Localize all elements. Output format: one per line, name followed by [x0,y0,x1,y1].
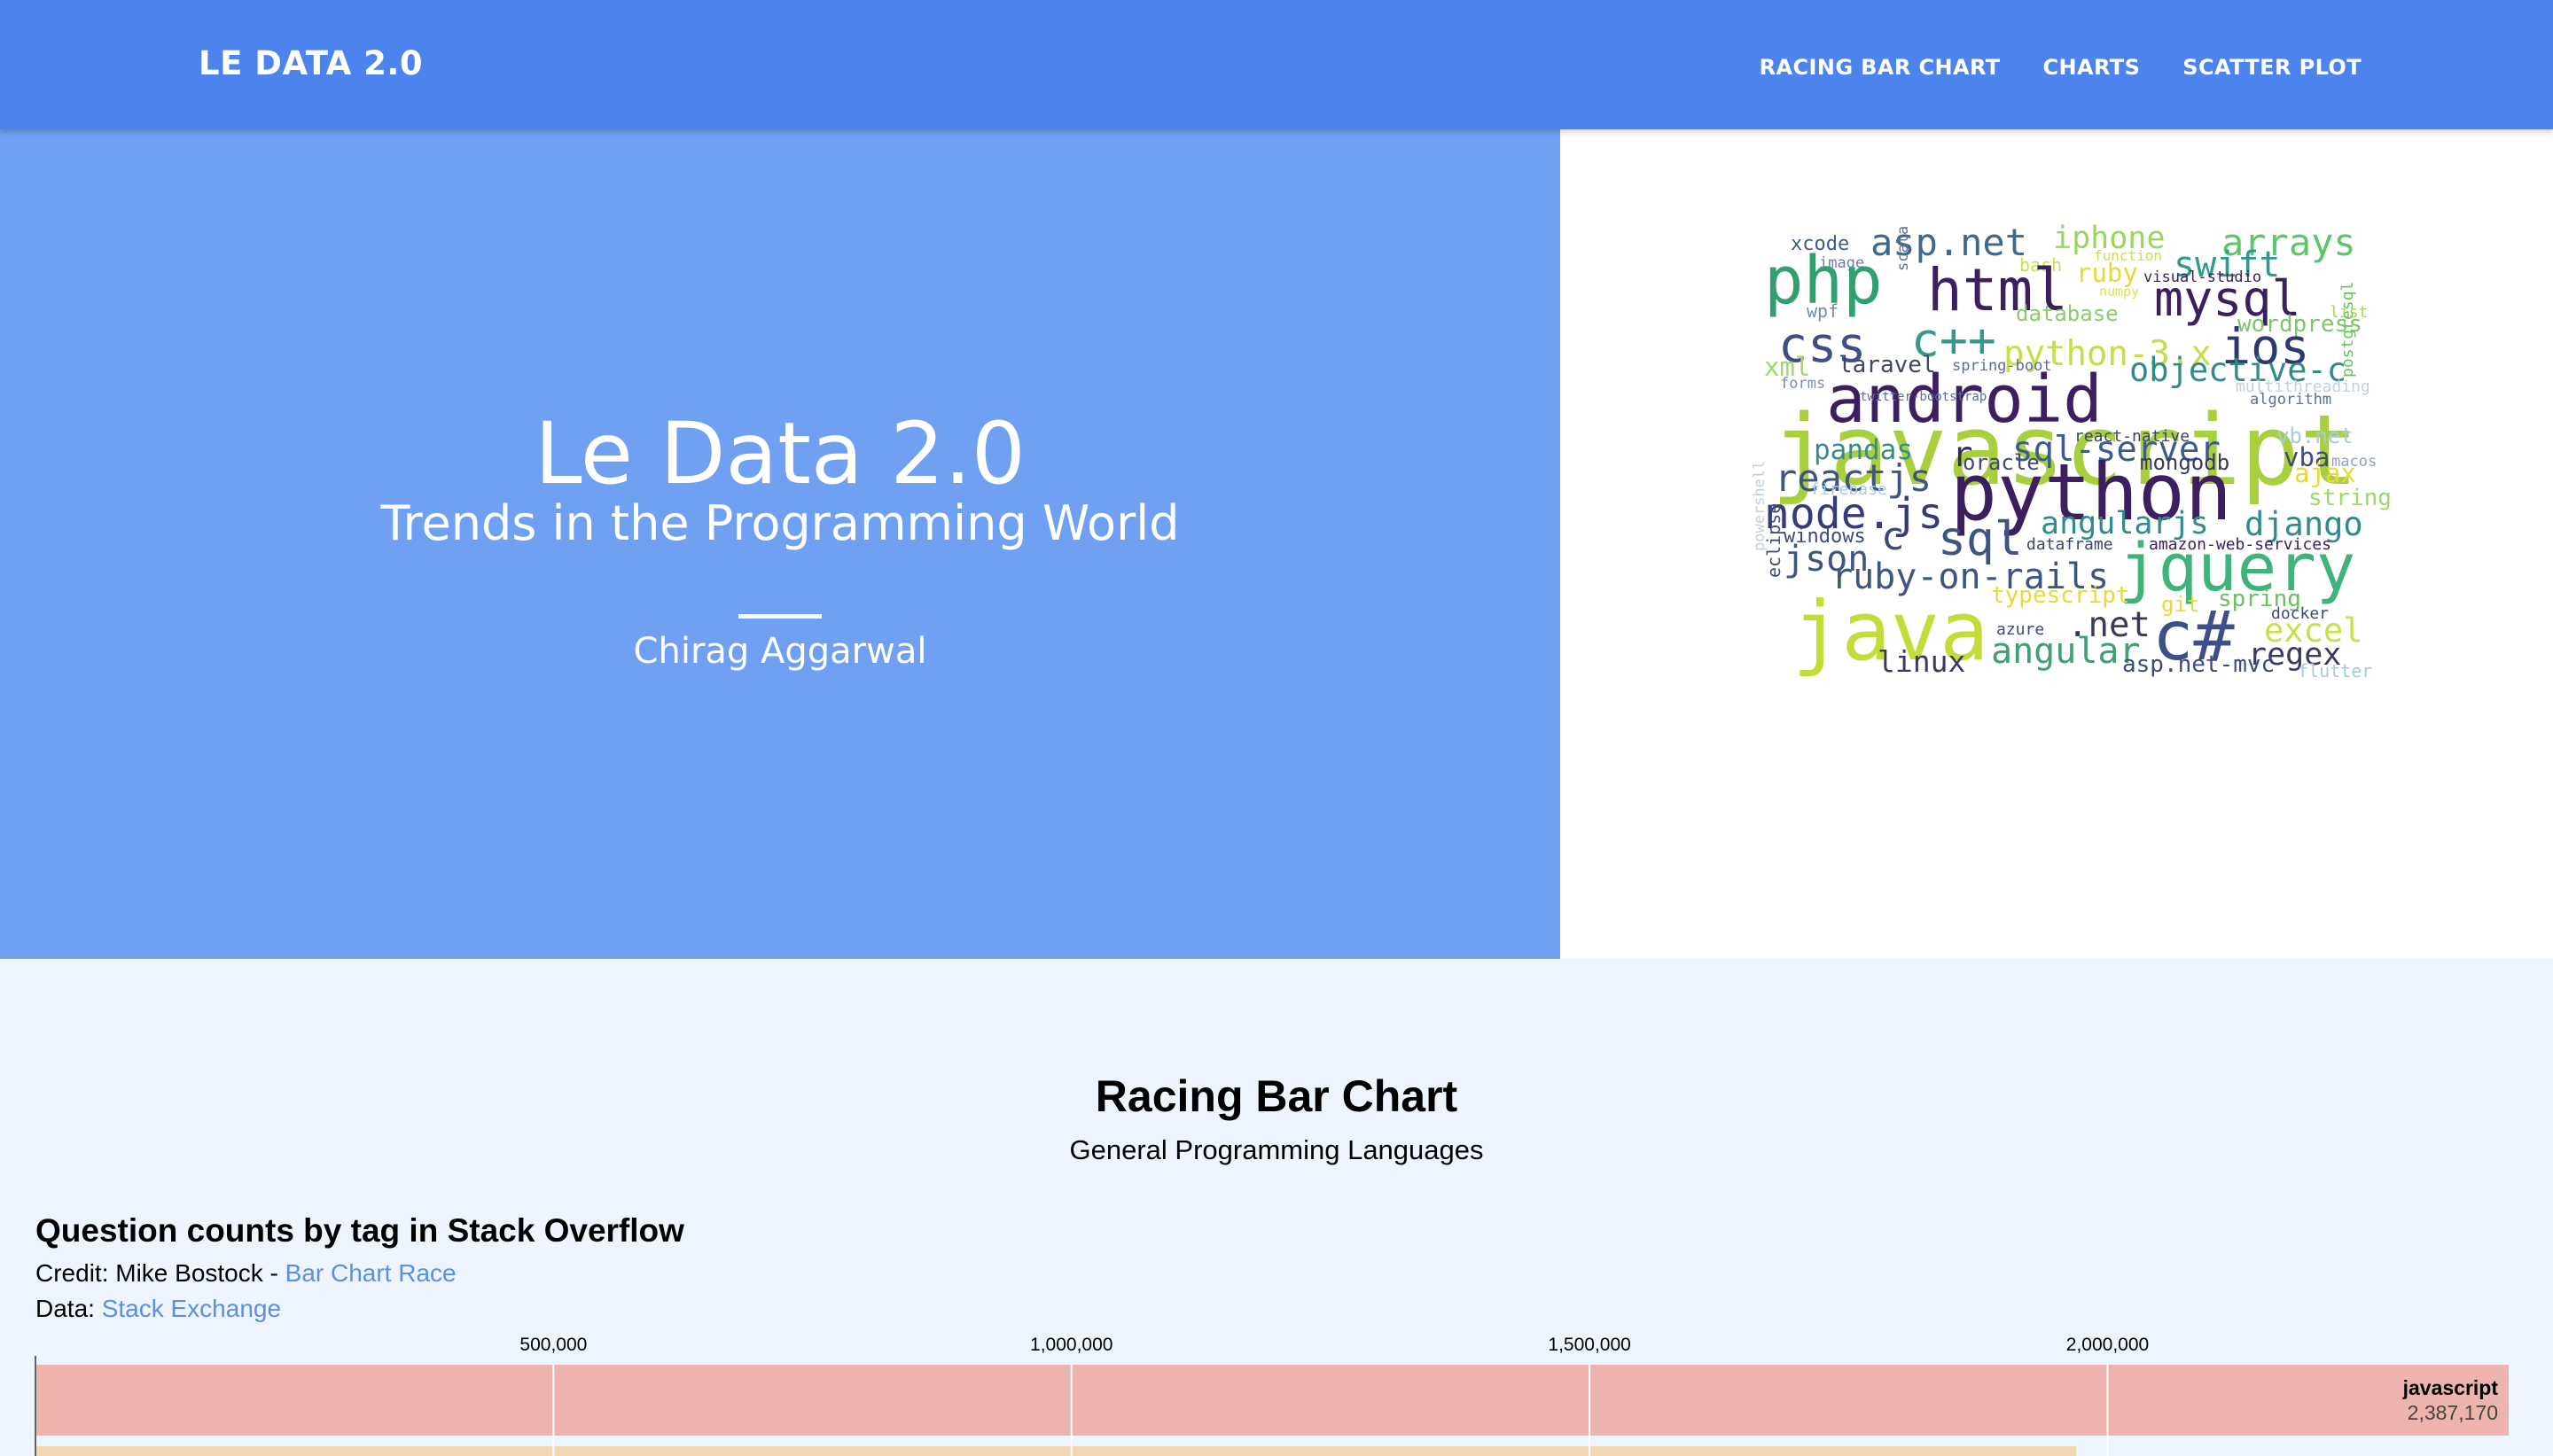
hero-divider [738,614,822,619]
hero-author: Chirag Aggarwal [633,631,927,672]
word-cloud-word: linux [1878,644,1965,679]
word-cloud-word: dataframe [2026,535,2113,554]
hero-title: Le Data 2.0 [535,404,1026,503]
x-tick-label: 2,000,000 [2066,1335,2149,1355]
word-cloud-word: numpy [2099,284,2139,300]
chart-bar [36,1365,2509,1436]
chart-heading: Question counts by tag in Stack Overflow [35,1212,684,1249]
word-cloud-word: forms [1780,375,1825,393]
stack-exchange-link[interactable]: Stack Exchange [102,1295,281,1322]
word-cloud-word: angular [1991,631,2141,672]
hero-subtitle: Trends in the Programming World [380,495,1180,551]
word-cloud-word: postgresql [2338,282,2357,378]
word-cloud-word: c [1881,514,1905,559]
chart-bar [36,1446,2077,1456]
word-cloud-word: database [2016,301,2119,326]
data-source-line: Data: Stack Exchange [35,1296,281,1321]
credit-prefix: Credit: Mike Bostock - [35,1259,285,1287]
nav-link-racing-bar-chart[interactable]: RACING BAR CHART [1760,55,2001,80]
racing-bar-chart: javascript2,387,170 500,000 1,000,000 1,500… [35,1335,2509,1456]
word-cloud-word: flutter [2298,660,2372,681]
bar-value-label: 2,387,170 [2408,1401,2498,1424]
section-title: Racing Bar Chart [1095,1071,1458,1121]
word-cloud-word: asp.net-mvc [2122,651,2275,678]
section-subtitle: General Programming Languages [1069,1134,1484,1165]
bar-chart-race-link[interactable]: Bar Chart Race [285,1259,457,1287]
word-cloud-panel: xcode asp.net iphone arrays image bash functio… [1560,129,2553,959]
x-tick-label: 1,000,000 [1030,1335,1113,1355]
data-prefix: Data: [35,1295,102,1322]
nav-link-scatter-plot[interactable]: SCATTER PLOT [2182,55,2362,80]
x-tick-label: 500,000 [519,1335,587,1355]
nav-links: RACING BAR CHART CHARTS SCATTER PLOT [1760,55,2362,80]
navbar: LE DATA 2.0 RACING BAR CHART CHARTS SCAT… [0,0,2553,129]
word-cloud-word: scala [1894,226,1912,271]
hero-banner: Le Data 2.0 Trends in the Programming Wo… [0,129,1560,959]
x-tick-label: 1,500,000 [1548,1335,1630,1355]
nav-link-charts[interactable]: CHARTS [2043,55,2141,80]
word-cloud-word: ajax [2294,458,2356,488]
bar-label: javascript [2402,1376,2499,1399]
credit-line: Credit: Mike Bostock - Bar Chart Race [35,1261,457,1286]
word-cloud-word: eclipse [1763,503,1784,578]
word-cloud-image: xcode asp.net iphone arraysimage bash functio… [1751,221,2392,681]
brand-logo[interactable]: LE DATA 2.0 [199,44,423,82]
